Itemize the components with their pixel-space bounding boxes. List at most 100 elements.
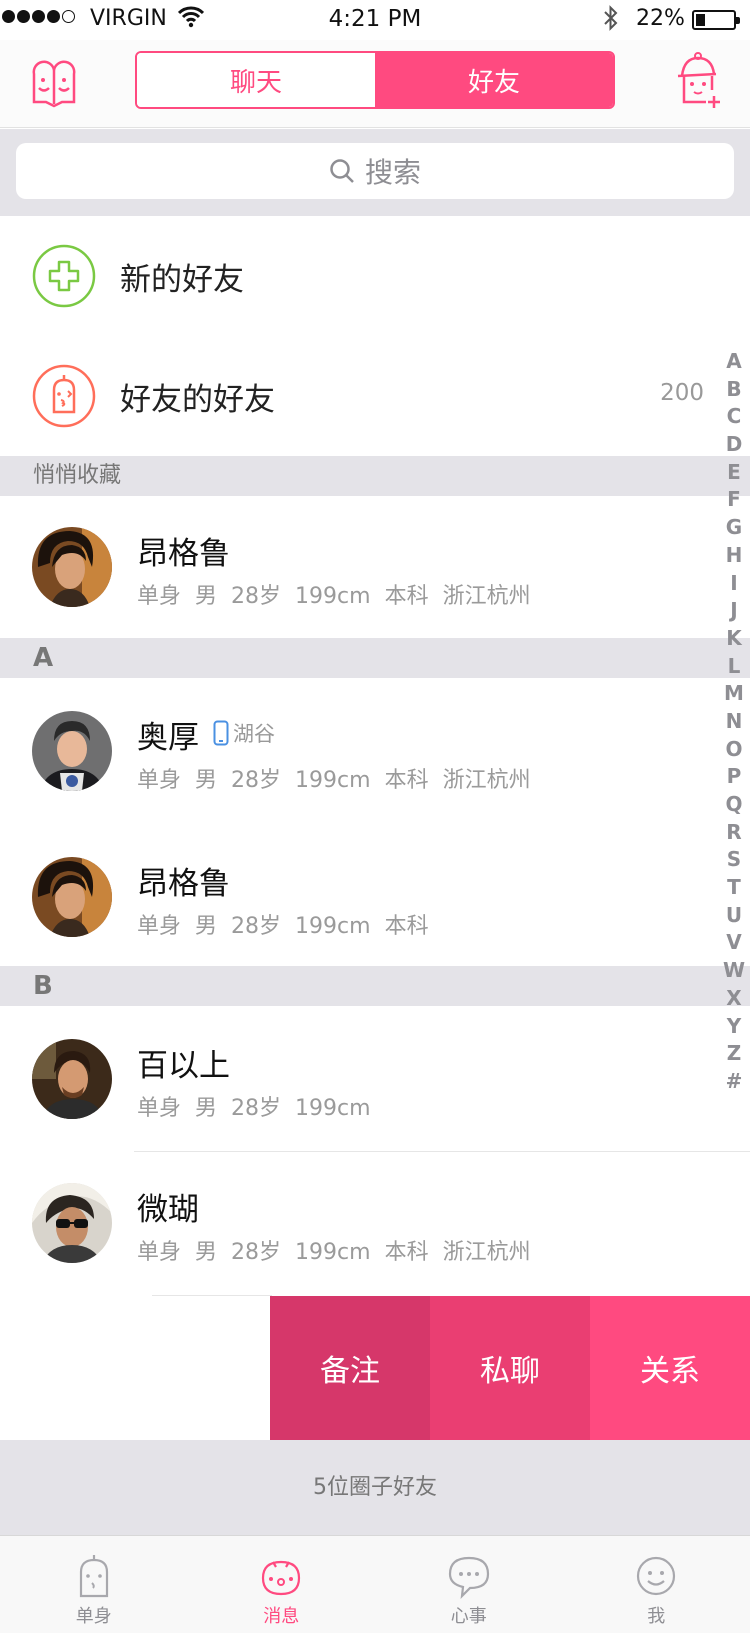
index-letter[interactable]: W bbox=[723, 957, 745, 985]
divider bbox=[152, 1295, 272, 1296]
contact-details: 单身男 28岁 199cm bbox=[137, 1090, 385, 1122]
index-letter[interactable]: B bbox=[726, 376, 741, 404]
alphabet-index[interactable]: A B C D E F G H I J K L M N O P Q R S T … bbox=[718, 348, 750, 1096]
contact-gender: 男 bbox=[195, 768, 218, 793]
contact-location: 浙江杭州 bbox=[442, 584, 531, 609]
index-letter[interactable]: I bbox=[730, 570, 737, 598]
contact-name: 微瑚 bbox=[137, 1192, 199, 1228]
contact-name: 奥厚 bbox=[137, 720, 199, 756]
contact-age: 28岁 bbox=[231, 1096, 282, 1121]
contact-name: 昂格鲁 bbox=[137, 536, 230, 572]
index-letter[interactable]: X bbox=[726, 985, 741, 1013]
tab-messages-label: 消息 bbox=[263, 1606, 300, 1627]
contact-age: 28岁 bbox=[231, 1240, 282, 1265]
contact-age: 28岁 bbox=[231, 768, 282, 793]
index-letter[interactable]: J bbox=[730, 597, 737, 625]
index-letter[interactable]: U bbox=[726, 902, 742, 930]
contact-gender: 男 bbox=[195, 584, 218, 609]
contact-education: 本科 bbox=[384, 768, 429, 793]
search-icon bbox=[330, 159, 354, 183]
friends-of-friends-label: 好友的好友 bbox=[120, 382, 275, 418]
index-letter[interactable]: D bbox=[726, 431, 743, 459]
index-letter[interactable]: V bbox=[726, 929, 741, 957]
contact-row[interactable]: 昂格鲁 单身男 28岁 199cm 本科 bbox=[0, 826, 750, 968]
bluetooth-icon bbox=[604, 5, 618, 31]
contact-row[interactable]: 百以上 单身男 28岁 199cm bbox=[0, 1008, 750, 1150]
friends-screen: VIRGIN 4:21 PM 22% 聊天 好友 搜索 新的好友 好友的好友 2… bbox=[0, 0, 750, 1633]
contact-height: 199cm bbox=[295, 914, 371, 939]
index-letter[interactable]: L bbox=[728, 653, 741, 681]
contact-height: 199cm bbox=[295, 768, 371, 793]
swipe-actions: 备注 私聊 关系 bbox=[270, 1296, 750, 1440]
search-input[interactable]: 搜索 bbox=[16, 143, 734, 199]
tab-messages[interactable]: 消息 bbox=[188, 1536, 376, 1633]
avatar bbox=[32, 1039, 112, 1119]
contact-row[interactable]: 昂格鲁 单身男 28岁 199cm 本科 浙江杭州 bbox=[0, 496, 750, 638]
me-icon bbox=[637, 1556, 676, 1596]
index-letter[interactable]: F bbox=[727, 486, 741, 514]
friend-count-footer: 5位圈子好友 bbox=[0, 1440, 750, 1535]
contact-status: 单身 bbox=[137, 768, 182, 793]
single-icon bbox=[79, 1555, 108, 1598]
index-letter[interactable]: A bbox=[726, 348, 741, 376]
index-letter[interactable]: C bbox=[727, 403, 742, 431]
battery-icon bbox=[692, 10, 740, 30]
tab-friends[interactable]: 好友 bbox=[375, 53, 613, 107]
contact-status: 单身 bbox=[137, 914, 182, 939]
index-letter[interactable]: Q bbox=[725, 791, 742, 819]
add-friend-icon[interactable] bbox=[672, 52, 726, 112]
message-icon bbox=[262, 1560, 301, 1596]
new-friends-row[interactable]: 新的好友 bbox=[0, 216, 750, 336]
tab-me[interactable]: 我 bbox=[563, 1536, 750, 1633]
contact-row[interactable]: 奥厚 湖谷 单身男 28岁 199cm 本科 浙江杭州 bbox=[0, 680, 750, 822]
segment-control: 聊天 好友 bbox=[135, 51, 615, 109]
contact-location: 浙江杭州 bbox=[442, 768, 531, 793]
tab-chat[interactable]: 聊天 bbox=[137, 53, 375, 107]
contact-status: 单身 bbox=[137, 584, 182, 609]
index-letter[interactable]: T bbox=[727, 874, 741, 902]
contact-details: 单身男 28岁 199cm 本科 bbox=[137, 908, 443, 940]
index-letter[interactable]: H bbox=[726, 542, 743, 570]
contact-gender: 男 bbox=[195, 1096, 218, 1121]
avatar bbox=[32, 711, 112, 791]
index-letter[interactable]: K bbox=[726, 625, 742, 653]
index-letter[interactable]: P bbox=[727, 763, 742, 791]
index-letter[interactable]: S bbox=[727, 846, 741, 874]
contact-age: 28岁 bbox=[231, 914, 282, 939]
index-letter[interactable]: E bbox=[727, 459, 741, 487]
contact-details: 单身男 28岁 199cm 本科 浙江杭州 bbox=[137, 578, 545, 610]
index-letter[interactable]: Z bbox=[727, 1040, 742, 1068]
private-chat-button[interactable]: 私聊 bbox=[430, 1296, 590, 1440]
index-letter[interactable]: N bbox=[726, 708, 743, 736]
contact-education: 本科 bbox=[384, 914, 429, 939]
index-letter[interactable]: # bbox=[726, 1068, 743, 1096]
new-friends-label: 新的好友 bbox=[120, 262, 244, 298]
contact-name: 百以上 bbox=[137, 1048, 230, 1084]
friends-of-friends-count: 200 bbox=[660, 380, 704, 406]
tab-single-label: 单身 bbox=[75, 1606, 112, 1627]
index-letter[interactable]: O bbox=[725, 736, 742, 764]
mask-icon[interactable] bbox=[28, 58, 80, 110]
friends-of-friends-row[interactable]: 好友的好友 200 bbox=[0, 336, 750, 456]
contact-status: 单身 bbox=[137, 1240, 182, 1265]
tab-single[interactable]: 单身 bbox=[0, 1536, 188, 1633]
index-letter[interactable]: Y bbox=[727, 1013, 741, 1041]
avatar bbox=[32, 527, 112, 607]
tab-thoughts[interactable]: 心事 bbox=[375, 1536, 563, 1633]
tab-me-label: 我 bbox=[647, 1606, 666, 1627]
index-letter[interactable]: M bbox=[724, 680, 744, 708]
search-area: 搜索 bbox=[0, 129, 750, 216]
friend-of-friend-icon bbox=[32, 364, 96, 428]
contact-height: 199cm bbox=[295, 584, 371, 609]
section-header-b: B bbox=[0, 966, 750, 1006]
contact-row[interactable]: 微瑚 单身男 28岁 199cm 本科 浙江杭州 bbox=[0, 1152, 750, 1294]
avatar bbox=[32, 1183, 112, 1263]
contact-height: 199cm bbox=[295, 1240, 371, 1265]
relationship-button[interactable]: 关系 bbox=[590, 1296, 750, 1440]
contact-details: 单身男 28岁 199cm 本科 浙江杭州 bbox=[137, 762, 545, 794]
index-letter[interactable]: R bbox=[726, 819, 741, 847]
index-letter[interactable]: G bbox=[726, 514, 742, 542]
device-badge-label: 湖谷 bbox=[233, 722, 275, 746]
contact-gender: 男 bbox=[195, 914, 218, 939]
remark-button[interactable]: 备注 bbox=[270, 1296, 430, 1440]
